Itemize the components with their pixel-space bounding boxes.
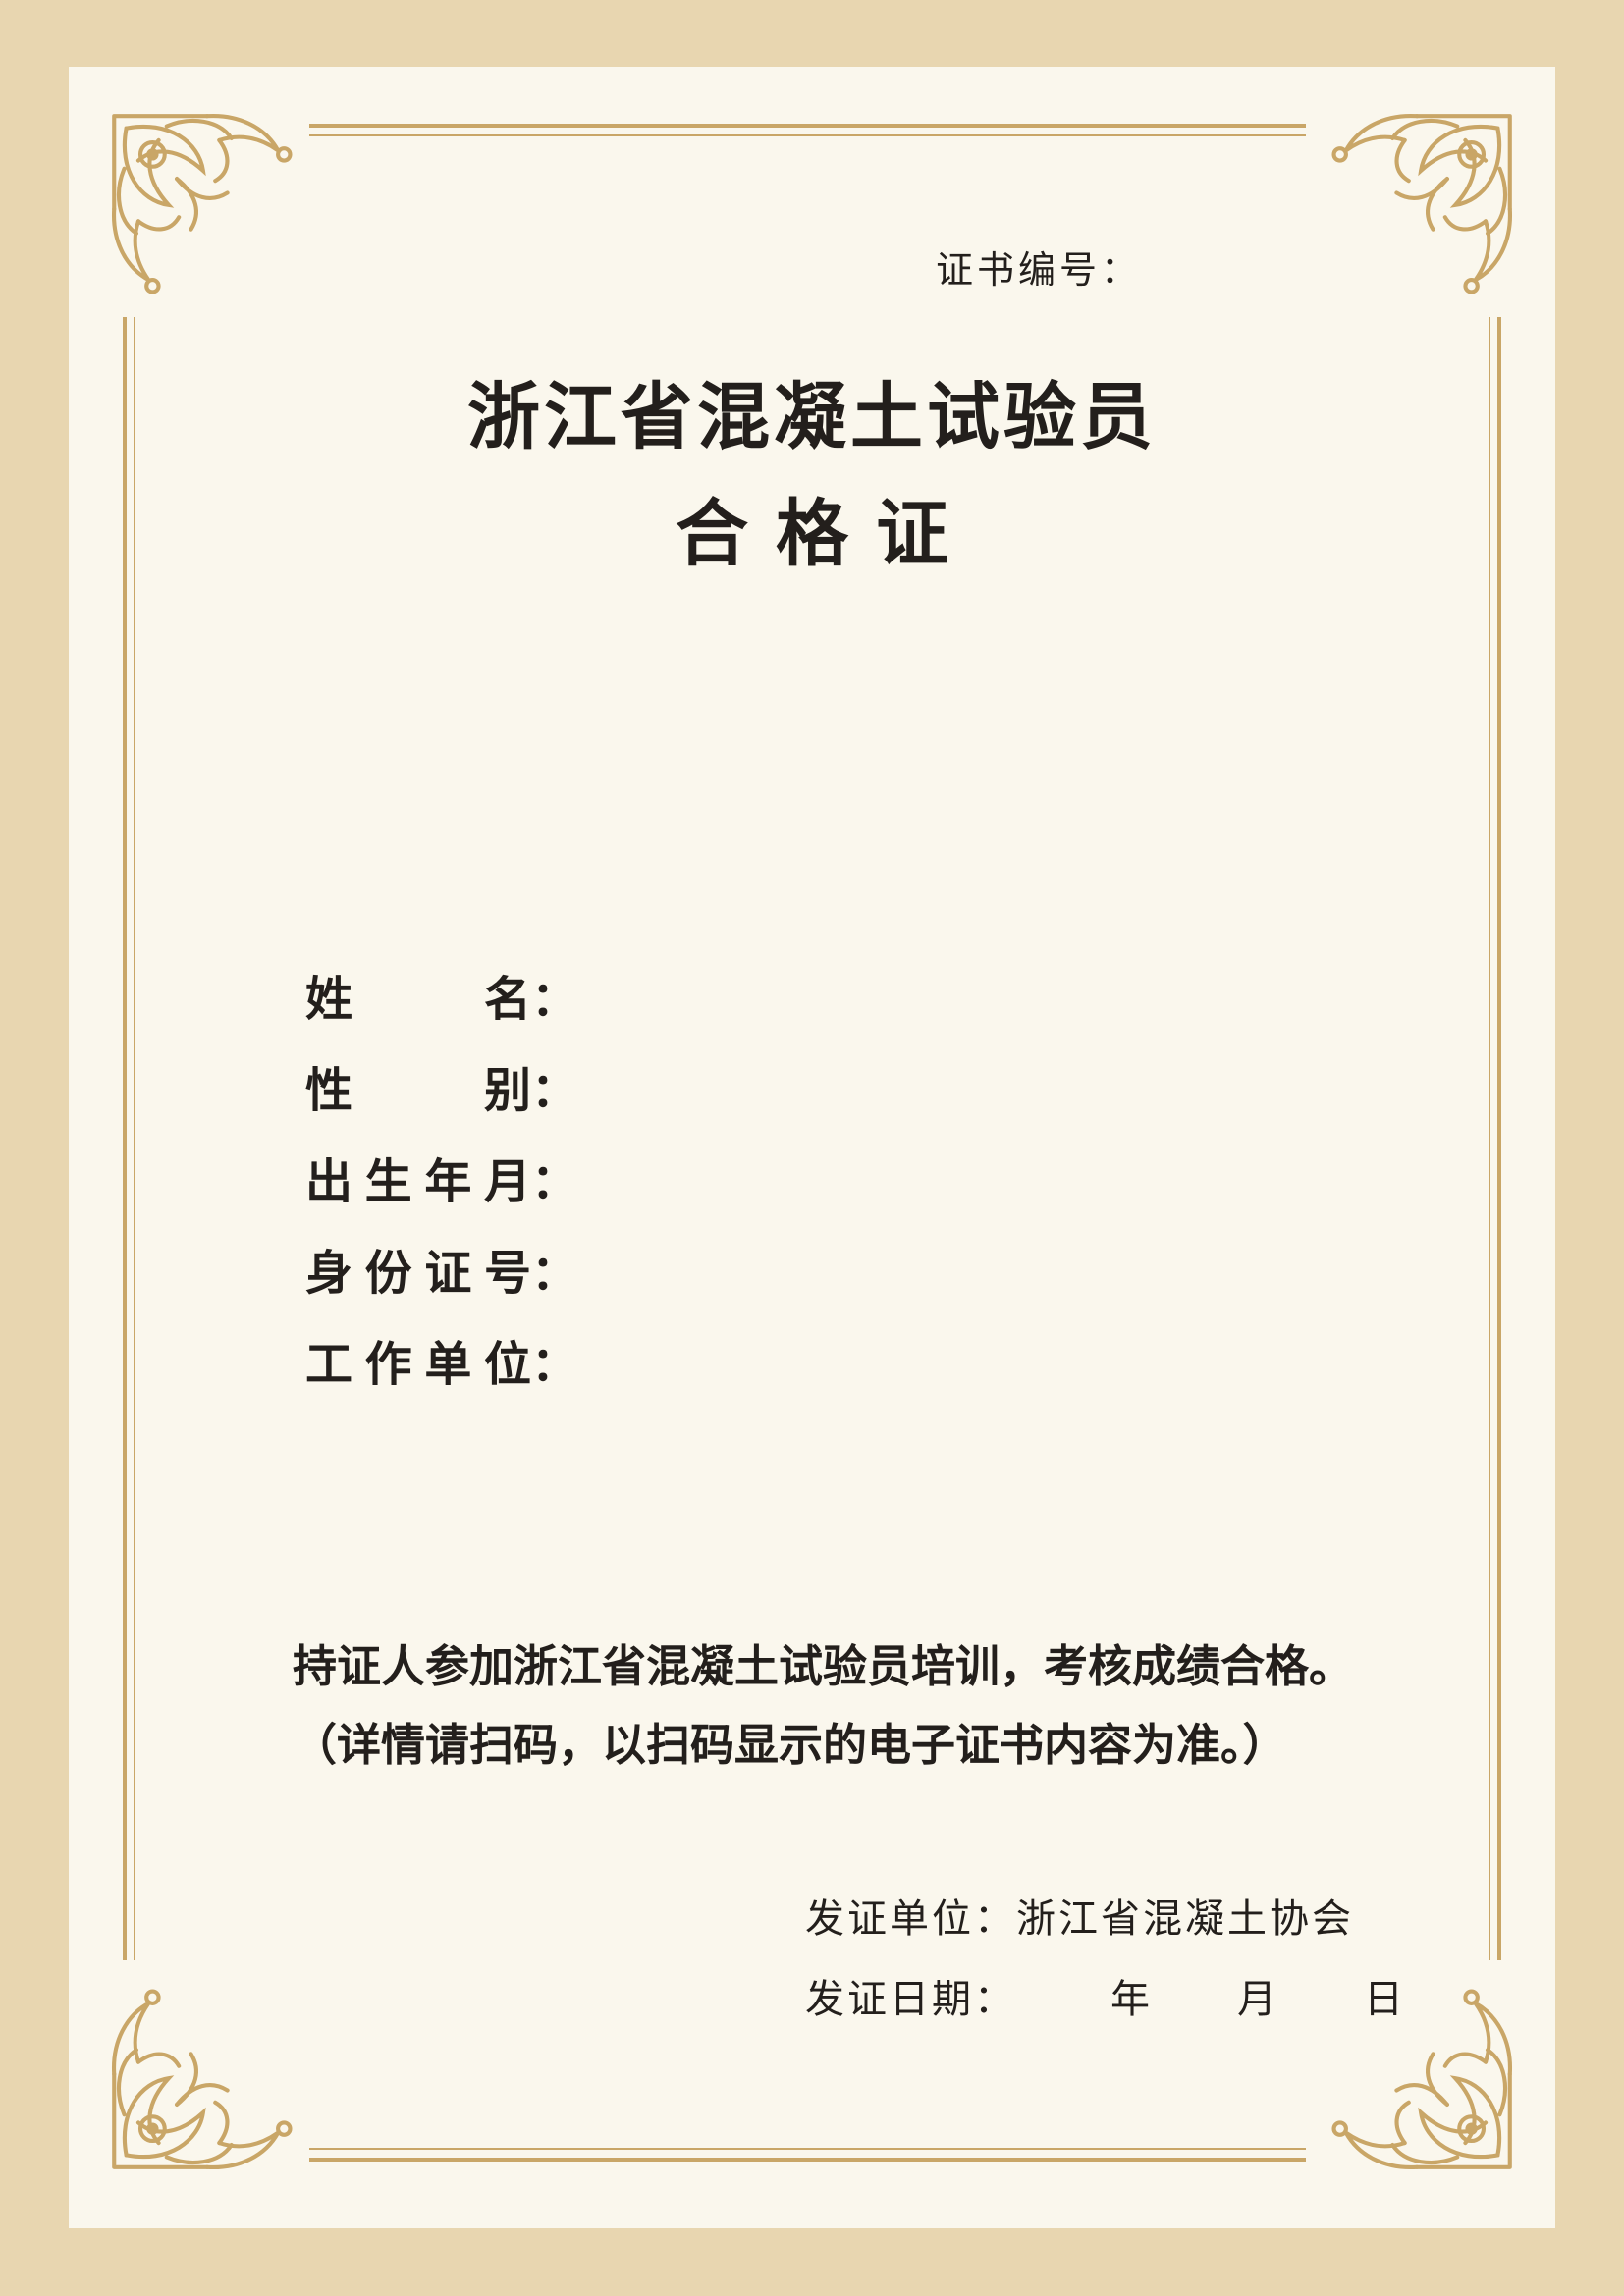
field-label-name: 姓名 — [305, 972, 531, 1027]
issuer-label: 发证单位： — [805, 1896, 1016, 1942]
issuer-row: 发证单位：浙江省混凝土协会 — [805, 1879, 1406, 1959]
field-colon: ： — [531, 1154, 579, 1209]
issue-date-year: 年 — [1110, 1977, 1153, 2022]
issue-date-day: 日 — [1364, 1977, 1406, 2022]
top-border-line-outer — [309, 124, 1306, 128]
bottom-border-line-inner — [309, 2148, 1306, 2150]
floral-corner-ornament-icon — [106, 1969, 308, 2179]
field-colon: ： — [531, 1246, 579, 1301]
statement-line-1: 持证人参加浙江省混凝土试验员培训，考核成绩合格。 — [293, 1640, 1354, 1692]
issue-date-month: 月 — [1237, 1977, 1279, 2022]
certificate-title: 浙江省混凝土试验员 — [467, 375, 1157, 459]
field-label-gender: 性别 — [305, 1063, 531, 1118]
field-row-name: 姓名： — [305, 960, 578, 1051]
issue-date-row: 发证日期： 年 月 日 — [805, 1959, 1406, 2040]
field-label-id-number: 身份证号 — [305, 1246, 531, 1301]
field-row-gender: 性别： — [305, 1051, 578, 1143]
field-colon: ： — [531, 1337, 579, 1392]
holder-fields: 姓名： 性别： 出生年月： 身份证号： 工作单位： — [305, 960, 578, 1416]
issuer-block: 发证单位：浙江省混凝土协会 发证日期： 年 月 日 — [805, 1879, 1406, 2040]
statement-line-2: （详情请扫码，以扫码显示的电子证书内容为准。） — [293, 1719, 1287, 1771]
field-row-birth-date: 出生年月： — [305, 1143, 578, 1234]
floral-corner-ornament-icon — [1316, 104, 1518, 314]
issuer-name: 浙江省混凝土协会 — [1016, 1896, 1354, 1942]
floral-corner-ornament-icon — [106, 104, 308, 314]
top-border-line-inner — [309, 134, 1306, 136]
issue-date-label: 发证日期： — [805, 1977, 1016, 2022]
field-colon: ： — [531, 1063, 579, 1118]
certificate-statement: 持证人参加浙江省混凝土试验员培训，考核成绩合格。 （详情请扫码，以扫码显示的电子… — [293, 1628, 1353, 1785]
field-row-employer: 工作单位： — [305, 1325, 578, 1416]
certificate-number-label: 证书编号： — [936, 248, 1143, 292]
bottom-border-line-outer — [309, 2158, 1306, 2162]
field-row-id-number: 身份证号： — [305, 1234, 578, 1325]
field-colon: ： — [531, 972, 579, 1027]
certificate-subtitle: 合格证 — [676, 492, 976, 576]
field-label-birth-date: 出生年月 — [305, 1154, 531, 1209]
field-label-employer: 工作单位 — [305, 1337, 531, 1392]
